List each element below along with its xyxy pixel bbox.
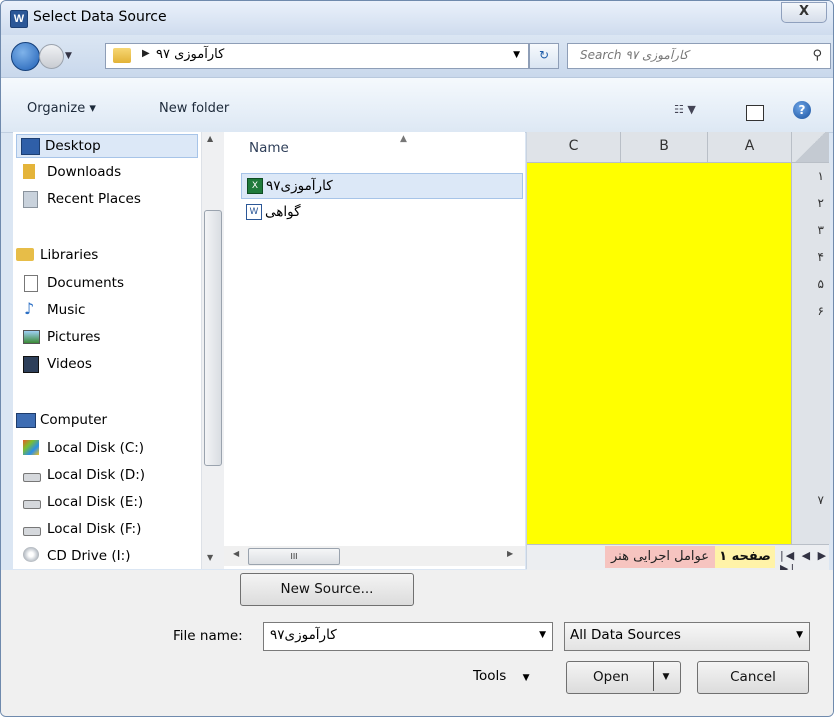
word-app-icon: W — [10, 10, 28, 28]
file-type-dropdown-icon[interactable]: ▼ — [796, 630, 803, 640]
breadcrumb-arrow-icon[interactable]: ▶ — [142, 48, 150, 59]
column-header-c: C — [527, 132, 621, 163]
scroll-down-icon[interactable]: ▼ — [207, 553, 213, 562]
system-drive-icon — [23, 440, 39, 455]
address-path[interactable]: کارآموزی ۹۷ — [156, 47, 224, 62]
spreadsheet-preview: C B A ۱ ۲ ۳ ۴ ۵ ۶ ۷ — [527, 132, 830, 544]
sort-ascending-icon: ▲ — [400, 134, 407, 144]
column-header-a: A — [708, 132, 792, 163]
drive-icon — [23, 527, 41, 536]
row-number: ۶ — [817, 304, 824, 318]
open-dropdown-icon[interactable]: ▼ — [653, 662, 678, 691]
sidebar-item-desktop[interactable]: Desktop — [16, 134, 198, 158]
highlighted-cell-range — [527, 163, 791, 544]
file-type-value: All Data Sources — [570, 627, 681, 643]
dialog-title: Select Data Source — [33, 9, 167, 25]
organize-button[interactable]: Organize ▾ — [27, 101, 96, 116]
documents-icon — [24, 275, 38, 292]
new-folder-button[interactable]: New folder — [159, 101, 229, 116]
horizontal-scrollbar-thumb[interactable]: III — [248, 548, 340, 565]
command-bar — [1, 77, 833, 133]
libraries-icon — [16, 248, 34, 261]
file-name-value[interactable]: کارآموزی۹۷ — [270, 627, 337, 643]
row-number: ۲ — [817, 196, 824, 210]
search-icon[interactable]: ⚲ — [812, 48, 822, 63]
forward-button[interactable] — [39, 44, 64, 69]
file-item-excel[interactable]: X کارآموزی۹۷ — [241, 173, 523, 199]
row-headers: ۱ ۲ ۳ ۴ ۵ ۶ ۷ — [791, 163, 830, 544]
search-input[interactable]: Search کارآموزی ۹۷ — [580, 48, 688, 62]
recent-pages-dropdown-icon[interactable]: ▼ — [65, 51, 72, 61]
scroll-up-icon[interactable]: ▲ — [207, 134, 213, 143]
refresh-button[interactable]: ↻ — [529, 43, 559, 69]
row-number: ۴ — [817, 250, 824, 264]
navigation-pane-scrollbar[interactable]: ▲ ▼ — [201, 132, 224, 569]
column-header-b: B — [621, 132, 708, 163]
row-number: ۷ — [817, 493, 824, 507]
row-number: ۵ — [817, 277, 824, 291]
select-all-corner — [792, 132, 829, 163]
change-view-icon[interactable]: ☷ ▼ — [674, 103, 696, 116]
address-dropdown-icon[interactable]: ▼ — [513, 50, 520, 60]
cd-drive-icon — [23, 547, 39, 562]
sheet-tab[interactable]: عوامل اجرایی هنر — [605, 546, 715, 568]
folder-icon — [113, 48, 131, 63]
row-number: ۳ — [817, 223, 824, 237]
preview-pane: C B A ۱ ۲ ۳ ۴ ۵ ۶ ۷ عوامل اجرایی هنر صفح… — [526, 132, 830, 575]
sheet-tab-active[interactable]: صفحه ۱ — [715, 546, 775, 568]
file-name-input[interactable]: کارآموزی۹۷ ▼ — [263, 622, 553, 651]
excel-file-icon: X — [247, 178, 263, 194]
file-type-select[interactable]: All Data Sources ▼ — [564, 622, 810, 651]
search-box[interactable]: Search کارآموزی ۹۷ ⚲ — [567, 43, 831, 69]
preview-pane-icon[interactable] — [746, 105, 764, 121]
music-icon: ♪ — [24, 299, 35, 318]
word-file-icon: W — [246, 204, 262, 220]
drive-icon — [23, 500, 41, 509]
scrollbar-thumb[interactable] — [204, 210, 222, 466]
dialog-footer: New Source... File name: کارآموزی۹۷ ▼ Al… — [1, 570, 833, 716]
name-column-header[interactable]: Name — [249, 140, 289, 156]
address-bar[interactable]: ▶ کارآموزی ۹۷ ▼ — [105, 43, 529, 69]
videos-icon — [23, 356, 39, 373]
file-name-label: File name: — [173, 628, 243, 644]
file-item-word[interactable]: W گواهی — [241, 200, 521, 224]
close-button[interactable]: X — [781, 2, 827, 23]
recent-places-icon — [23, 191, 38, 208]
scroll-right-icon[interactable]: ▶ — [507, 549, 513, 558]
help-icon[interactable]: ? — [793, 101, 811, 119]
file-list-horizontal-scrollbar[interactable]: ◀ III ▶ — [224, 546, 525, 566]
desktop-icon — [21, 138, 40, 155]
select-data-source-dialog: W Select Data Source X ▼ ▶ کارآموزی ۹۷ ▼… — [0, 0, 834, 717]
file-list: ▲ Name X کارآموزی۹۷ W گواهی — [224, 132, 525, 569]
pictures-icon — [23, 330, 40, 344]
drive-icon — [23, 473, 41, 482]
tools-button[interactable]: Tools ▼ — [473, 668, 529, 684]
row-number: ۱ — [817, 169, 824, 183]
new-source-button[interactable]: New Source... — [240, 573, 414, 606]
tools-dropdown-icon[interactable]: ▼ — [523, 673, 530, 683]
file-name-dropdown-icon[interactable]: ▼ — [539, 630, 546, 640]
scroll-left-icon[interactable]: ◀ — [233, 549, 239, 558]
downloads-folder-icon — [23, 164, 35, 179]
cancel-button[interactable]: Cancel — [697, 661, 809, 694]
back-button[interactable] — [11, 42, 40, 71]
open-button[interactable]: Open ▼ — [566, 661, 681, 694]
computer-icon — [16, 413, 36, 428]
navigation-pane: Desktop Downloads Recent Places Librarie… — [13, 132, 201, 569]
navigation-bar: ▼ ▶ کارآموزی ۹۷ ▼ ↻ Search کارآموزی ۹۷ ⚲ — [1, 35, 833, 77]
title-bar: W Select Data Source X — [1, 1, 833, 35]
sheet-tabs-bar: عوامل اجرایی هنر صفحه ۱ |◀ ◀ ▶ ▶| — [527, 544, 829, 575]
